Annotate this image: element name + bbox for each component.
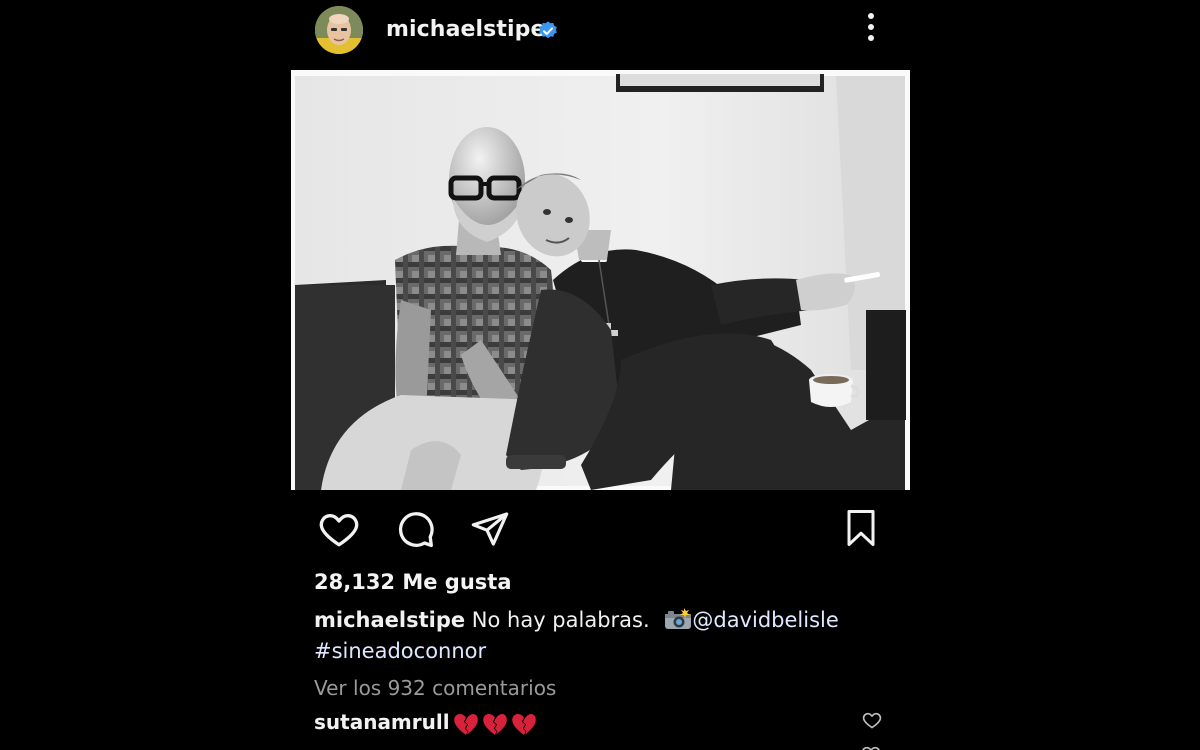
broken-heart-icon: [482, 712, 508, 736]
avatar-image: [315, 6, 363, 54]
paper-plane-icon: [471, 512, 509, 546]
post-caption: michaelstipe No hay palabras. @davidbeli…: [314, 605, 874, 667]
like-button[interactable]: [318, 508, 360, 550]
broken-heart-icon: [453, 712, 479, 736]
post-header: michaelstipe: [315, 0, 895, 62]
verified-badge-icon: [537, 20, 559, 42]
likes-count[interactable]: 28,132 Me gusta: [314, 570, 512, 594]
share-button[interactable]: [470, 509, 510, 549]
black-and-white-photo: [291, 70, 910, 490]
view-all-comments-link[interactable]: Ver los 932 comentarios: [314, 676, 556, 700]
caption-username[interactable]: michaelstipe: [314, 608, 465, 632]
comment-username[interactable]: sutanamrull: [314, 710, 450, 734]
comment-item: sutanamrull: [314, 710, 889, 740]
caption-text: No hay palabras.: [471, 608, 650, 632]
comment-button[interactable]: [394, 508, 436, 550]
bookmark-icon: [847, 510, 875, 546]
comment-bubble-icon: [398, 512, 434, 548]
instagram-post-view: michaelstipe 28,132 Me gusta michaelstip…: [0, 0, 1200, 750]
save-button[interactable]: [843, 508, 879, 548]
post-photo[interactable]: [291, 70, 910, 490]
next-comment-heart-icon[interactable]: [861, 744, 881, 750]
post-author-username[interactable]: michaelstipe: [386, 17, 546, 42]
more-options-icon[interactable]: [861, 10, 881, 44]
comment-like-heart-icon[interactable]: [862, 710, 882, 730]
profile-avatar[interactable]: [315, 6, 363, 54]
caption-hashtag-link[interactable]: #sineadoconnor: [314, 639, 486, 663]
broken-heart-icon: [511, 712, 537, 736]
caption-mention-link[interactable]: @davidbelisle: [692, 608, 838, 632]
heart-outline-icon: [319, 514, 359, 547]
camera-flash-icon: [664, 608, 692, 630]
